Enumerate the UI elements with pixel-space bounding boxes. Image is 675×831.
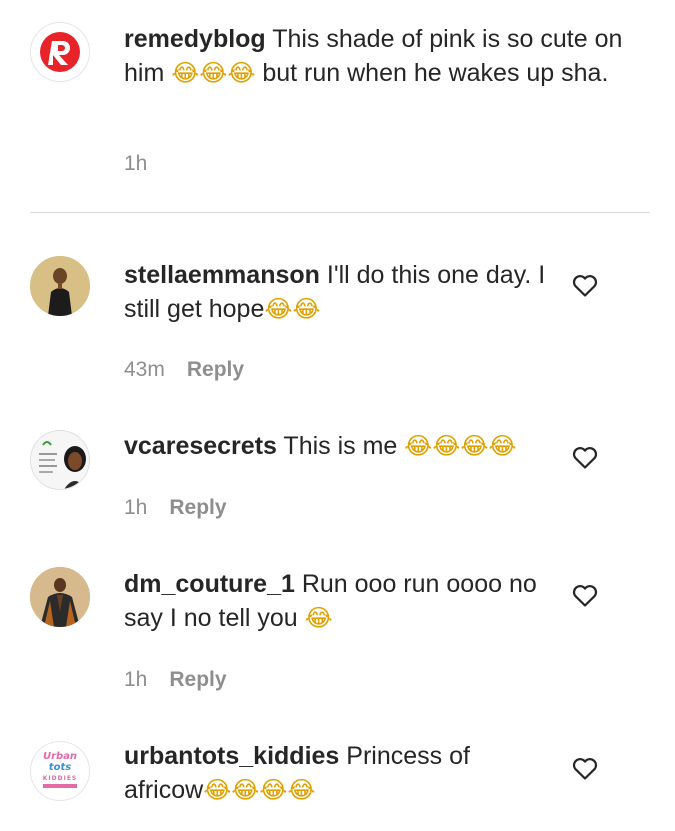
- heart-icon[interactable]: [572, 274, 598, 298]
- comment-text: This is me: [283, 432, 398, 460]
- comment-meta: 1h Reply: [124, 496, 227, 520]
- divider: [30, 212, 650, 213]
- profile-photo-icon: [30, 567, 90, 627]
- laughing-emoji-icon: 😂😂: [264, 295, 321, 323]
- comment-body: urbantots_kiddies Princess of africow😂😂😂…: [124, 739, 554, 807]
- comment-item: Urban tots KIDDIES urbantots_kiddies Pri…: [0, 730, 675, 831]
- heart-icon[interactable]: [572, 757, 598, 781]
- comment-timestamp: 43m: [124, 358, 165, 381]
- logo-line-1: Urban: [42, 751, 78, 762]
- avatar[interactable]: [30, 22, 90, 82]
- remedy-logo-icon: [40, 32, 80, 72]
- comment-body: stellaemmanson I'll do this one day. I s…: [124, 258, 554, 326]
- comment-meta: 1h: [124, 152, 147, 176]
- laughing-emoji-icon: 😂😂😂😂: [404, 432, 517, 460]
- comment-item: remedyblog This shade of pink is so cute…: [0, 0, 675, 212]
- comment-username[interactable]: stellaemmanson: [124, 261, 320, 289]
- profile-photo-icon: [30, 256, 90, 316]
- logo-line-3: KIDDIES: [42, 775, 78, 782]
- comment-text-continued: but run when he wakes up sha.: [262, 59, 609, 87]
- comment-item: dm_couture_1 Run ooo run oooo no say I n…: [0, 555, 675, 705]
- laughing-emoji-icon: 😂😂😂😂: [203, 776, 316, 804]
- reply-button[interactable]: Reply: [187, 358, 244, 381]
- reply-button[interactable]: Reply: [169, 668, 226, 691]
- laughing-emoji-icon: 😂: [304, 604, 333, 632]
- comment-username[interactable]: vcaresecrets: [124, 432, 277, 460]
- comment-username[interactable]: remedyblog: [124, 25, 266, 53]
- comment-item: vcaresecrets This is me 😂😂😂😂 1h Reply: [0, 420, 675, 530]
- comment-meta: 1h Reply: [124, 668, 227, 692]
- logo-line-2: tots: [48, 762, 72, 773]
- comment-username[interactable]: urbantots_kiddies: [124, 742, 339, 770]
- heart-icon[interactable]: [572, 584, 598, 608]
- comment-body: vcaresecrets This is me 😂😂😂😂: [124, 429, 554, 463]
- comment-body: remedyblog This shade of pink is so cute…: [124, 22, 644, 90]
- comment-meta: 43m Reply: [124, 358, 244, 382]
- urbantots-logo: Urban tots KIDDIES: [31, 742, 89, 800]
- avatar[interactable]: [30, 430, 90, 490]
- comment-username[interactable]: dm_couture_1: [124, 570, 295, 598]
- heart-icon[interactable]: [572, 446, 598, 470]
- avatar[interactable]: [30, 567, 90, 627]
- comment-body: dm_couture_1 Run ooo run oooo no say I n…: [124, 567, 554, 635]
- comment-timestamp: 1h: [124, 152, 148, 175]
- logo-bar: [43, 784, 77, 788]
- reply-button[interactable]: Reply: [169, 496, 226, 519]
- comment-timestamp: 1h: [124, 668, 148, 691]
- comment-timestamp: 1h: [124, 496, 148, 519]
- avatar[interactable]: [30, 256, 90, 316]
- comment-item: stellaemmanson I'll do this one day. I s…: [0, 240, 675, 400]
- avatar[interactable]: Urban tots KIDDIES: [30, 741, 90, 801]
- profile-photo-icon: [31, 431, 89, 489]
- laughing-emoji-icon: 😂😂😂: [171, 59, 256, 87]
